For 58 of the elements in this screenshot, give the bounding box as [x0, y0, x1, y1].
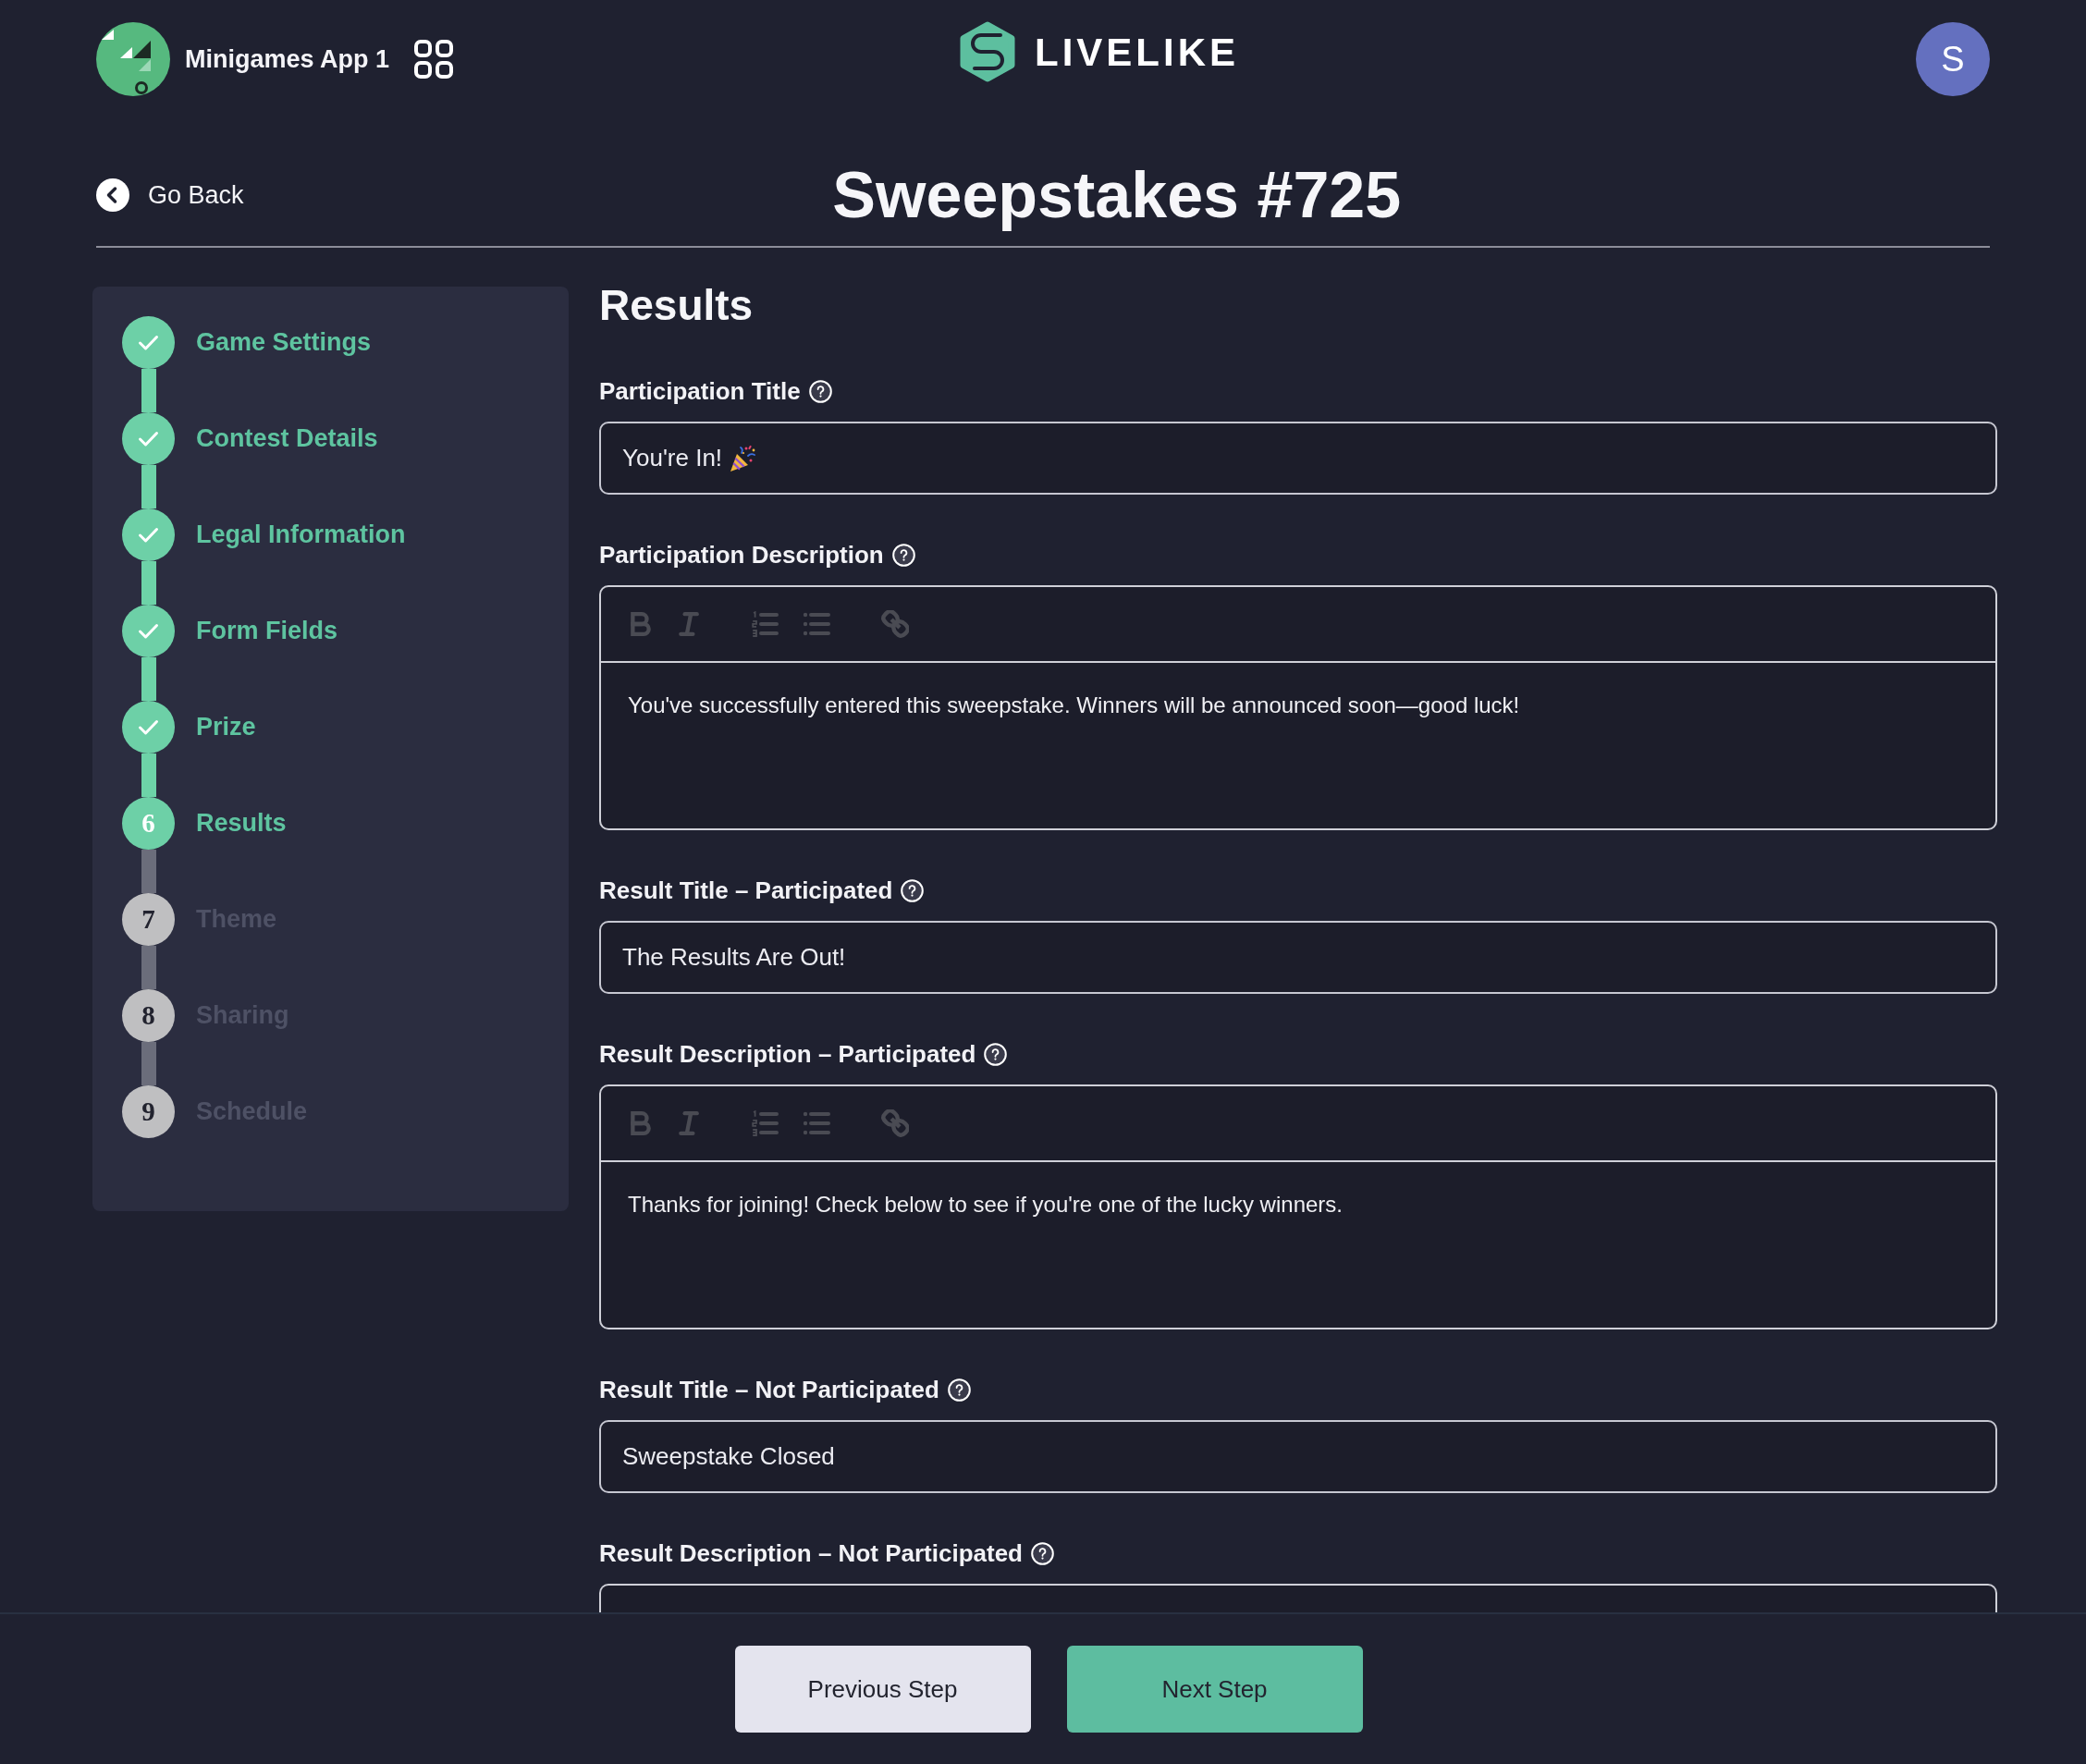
step-number: 9 [122, 1085, 175, 1138]
step-label[interactable]: Game Settings [196, 324, 372, 361]
field-label: Participation Description [599, 540, 884, 570]
step-connector [141, 561, 156, 605]
help-icon[interactable] [901, 878, 925, 902]
step-number: 7 [122, 893, 175, 946]
help-icon[interactable] [947, 1378, 971, 1402]
text-field[interactable]: Sweepstake Closed [599, 1420, 1997, 1493]
bulleted-list-icon[interactable] [803, 611, 830, 637]
bulleted-list-icon[interactable] [803, 1110, 830, 1136]
go-back-link[interactable]: Go Back [96, 176, 244, 214]
bold-icon[interactable] [631, 1111, 651, 1135]
step-connector [141, 465, 156, 508]
field-label: Result Title – Participated [599, 876, 893, 906]
field-label: Result Title – Not Participated [599, 1375, 939, 1405]
link-icon[interactable] [881, 1109, 909, 1137]
step-label[interactable]: Form Fields [196, 612, 338, 650]
app-logo-icon [96, 22, 170, 96]
text-field[interactable]: You're In! [599, 422, 1997, 495]
step-connector [141, 657, 156, 701]
section-heading: Results [599, 280, 755, 331]
step-label[interactable]: Prize [196, 708, 256, 746]
next-step-button[interactable]: Next Step [1066, 1646, 1363, 1733]
step-connector [141, 753, 156, 797]
field-label: Result Description – Not Participated [599, 1538, 1023, 1569]
numbered-list-icon[interactable] [751, 1110, 779, 1136]
step-label[interactable]: Results [196, 804, 287, 842]
text-field[interactable]: The Results Are Out! [599, 921, 1997, 994]
hexagon-logo-icon [959, 21, 1016, 82]
editor-text-area[interactable]: You've successfully entered this sweepstake. Winners will be announced soon—good luck! [601, 663, 1995, 828]
field-label: Participation Title [599, 376, 801, 407]
link-icon[interactable] [881, 610, 909, 638]
help-icon[interactable] [891, 543, 915, 567]
previous-step-button[interactable]: Previous Step [734, 1646, 1031, 1733]
user-avatar[interactable]: S [1916, 22, 1990, 96]
apps-grid-icon[interactable] [414, 40, 454, 79]
step-connector [141, 369, 156, 412]
step-number: 8 [122, 989, 175, 1042]
back-icon [96, 178, 129, 212]
app-name: Minigames App 1 [185, 43, 390, 75]
editor-text-area[interactable]: Thanks for joining! Check below to see if you're one of the lucky winners. [601, 1162, 1995, 1328]
italic-icon[interactable] [679, 1111, 699, 1135]
step-connector [141, 850, 156, 893]
step-label[interactable]: Legal Information [196, 516, 406, 554]
page-title: Sweepstakes #725 [832, 158, 1402, 233]
rich-text-editor[interactable] [599, 1584, 1997, 1612]
brand-wordmark: LIVELIKE [1035, 29, 1240, 76]
help-icon[interactable] [808, 379, 832, 403]
field-label: Result Description – Participated [599, 1039, 976, 1070]
step-number: 6 [122, 797, 175, 850]
bold-icon[interactable] [631, 612, 651, 636]
italic-icon[interactable] [679, 612, 699, 636]
help-icon[interactable] [1031, 1541, 1054, 1565]
help-icon[interactable] [984, 1042, 1008, 1066]
step-connector [141, 946, 156, 989]
numbered-list-icon[interactable] [751, 611, 779, 637]
step-label[interactable]: Contest Details [196, 420, 378, 458]
step-connector [141, 1042, 156, 1085]
